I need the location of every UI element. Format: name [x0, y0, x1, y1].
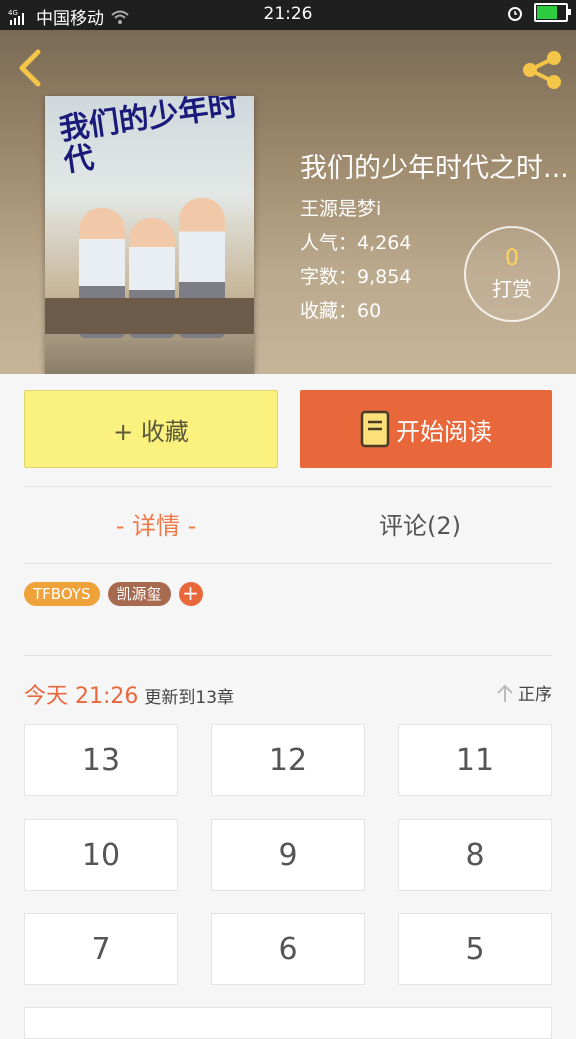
arrow-up-icon	[497, 684, 513, 702]
start-reading-button[interactable]: 开始阅读	[300, 390, 552, 468]
tab-details[interactable]: - 详情 -	[24, 506, 288, 541]
tip-count: 0	[505, 246, 519, 271]
words-value: 9,854	[357, 266, 412, 288]
cover-title: 我们的少年时代	[57, 96, 241, 180]
battery-icon	[534, 3, 571, 22]
start-reading-label: 开始阅读	[396, 417, 492, 446]
chapter-button[interactable]: 9	[211, 819, 365, 891]
book-author[interactable]: 王源是梦i	[300, 194, 381, 221]
words-label: 字数：	[300, 266, 358, 288]
status-right	[506, 3, 571, 22]
sort-order-button[interactable]: 正序	[496, 680, 552, 705]
status-time: 21:26	[263, 4, 313, 24]
tab-comments[interactable]: 评论(2)	[288, 506, 552, 541]
divider	[24, 486, 552, 487]
chapter-button[interactable]: 11	[398, 724, 552, 796]
share-icon[interactable]	[520, 48, 564, 92]
add-tag-button[interactable]: +	[178, 582, 203, 606]
book-title: 我们的少年时代之时...	[300, 153, 569, 184]
add-favorite-button[interactable]: + 收藏	[24, 390, 278, 468]
tag-list: TFBOYS 凯源玺 +	[24, 582, 203, 606]
chapter-button[interactable]: 7	[24, 913, 178, 985]
chapter-button[interactable]: 12	[211, 724, 365, 796]
divider	[24, 655, 552, 656]
add-favorite-label: + 收藏	[113, 417, 189, 446]
chapter-button[interactable]: 8	[398, 819, 552, 891]
book-cover[interactable]: 我们的少年时代	[45, 96, 254, 374]
divider	[24, 563, 552, 564]
book-popularity: 人气：4,264	[300, 228, 411, 255]
chapter-button[interactable]: 6	[211, 913, 365, 985]
chapter-button[interactable]: 5	[398, 913, 552, 985]
book-icon	[360, 410, 390, 448]
update-row: 今天 21:26 更新到13章 正序	[24, 678, 552, 709]
alarm-icon	[508, 6, 522, 21]
update-text: 更新到13章	[144, 688, 235, 708]
chapter-button-partial[interactable]	[24, 1007, 552, 1039]
chapter-button[interactable]: 13	[24, 724, 178, 796]
tag-kaiyuanxi[interactable]: 凯源玺	[107, 582, 171, 606]
tip-label: 打赏	[492, 277, 532, 301]
popularity-label: 人气：	[300, 232, 358, 254]
update-time: 今天 21:26	[24, 684, 139, 709]
tag-tfboys[interactable]: TFBOYS	[24, 582, 100, 606]
chapter-button[interactable]: 10	[24, 819, 178, 891]
tip-button[interactable]: 0 打赏	[464, 226, 560, 322]
back-arrow-icon[interactable]	[14, 48, 50, 88]
favorites-value: 60	[357, 300, 382, 322]
sort-label: 正序	[518, 685, 552, 705]
book-header: 我们的少年时代 我们的少年时代之时... 王源是梦i 人气：4,264 字数：9…	[0, 30, 576, 374]
status-bar: 4G 中国移动 21:26	[0, 0, 576, 30]
favorites-label: 收藏：	[300, 300, 358, 322]
popularity-value: 4,264	[357, 232, 412, 254]
book-favorites: 收藏：60	[300, 296, 381, 323]
cover-desk	[45, 298, 254, 334]
book-word-count: 字数：9,854	[300, 262, 411, 289]
